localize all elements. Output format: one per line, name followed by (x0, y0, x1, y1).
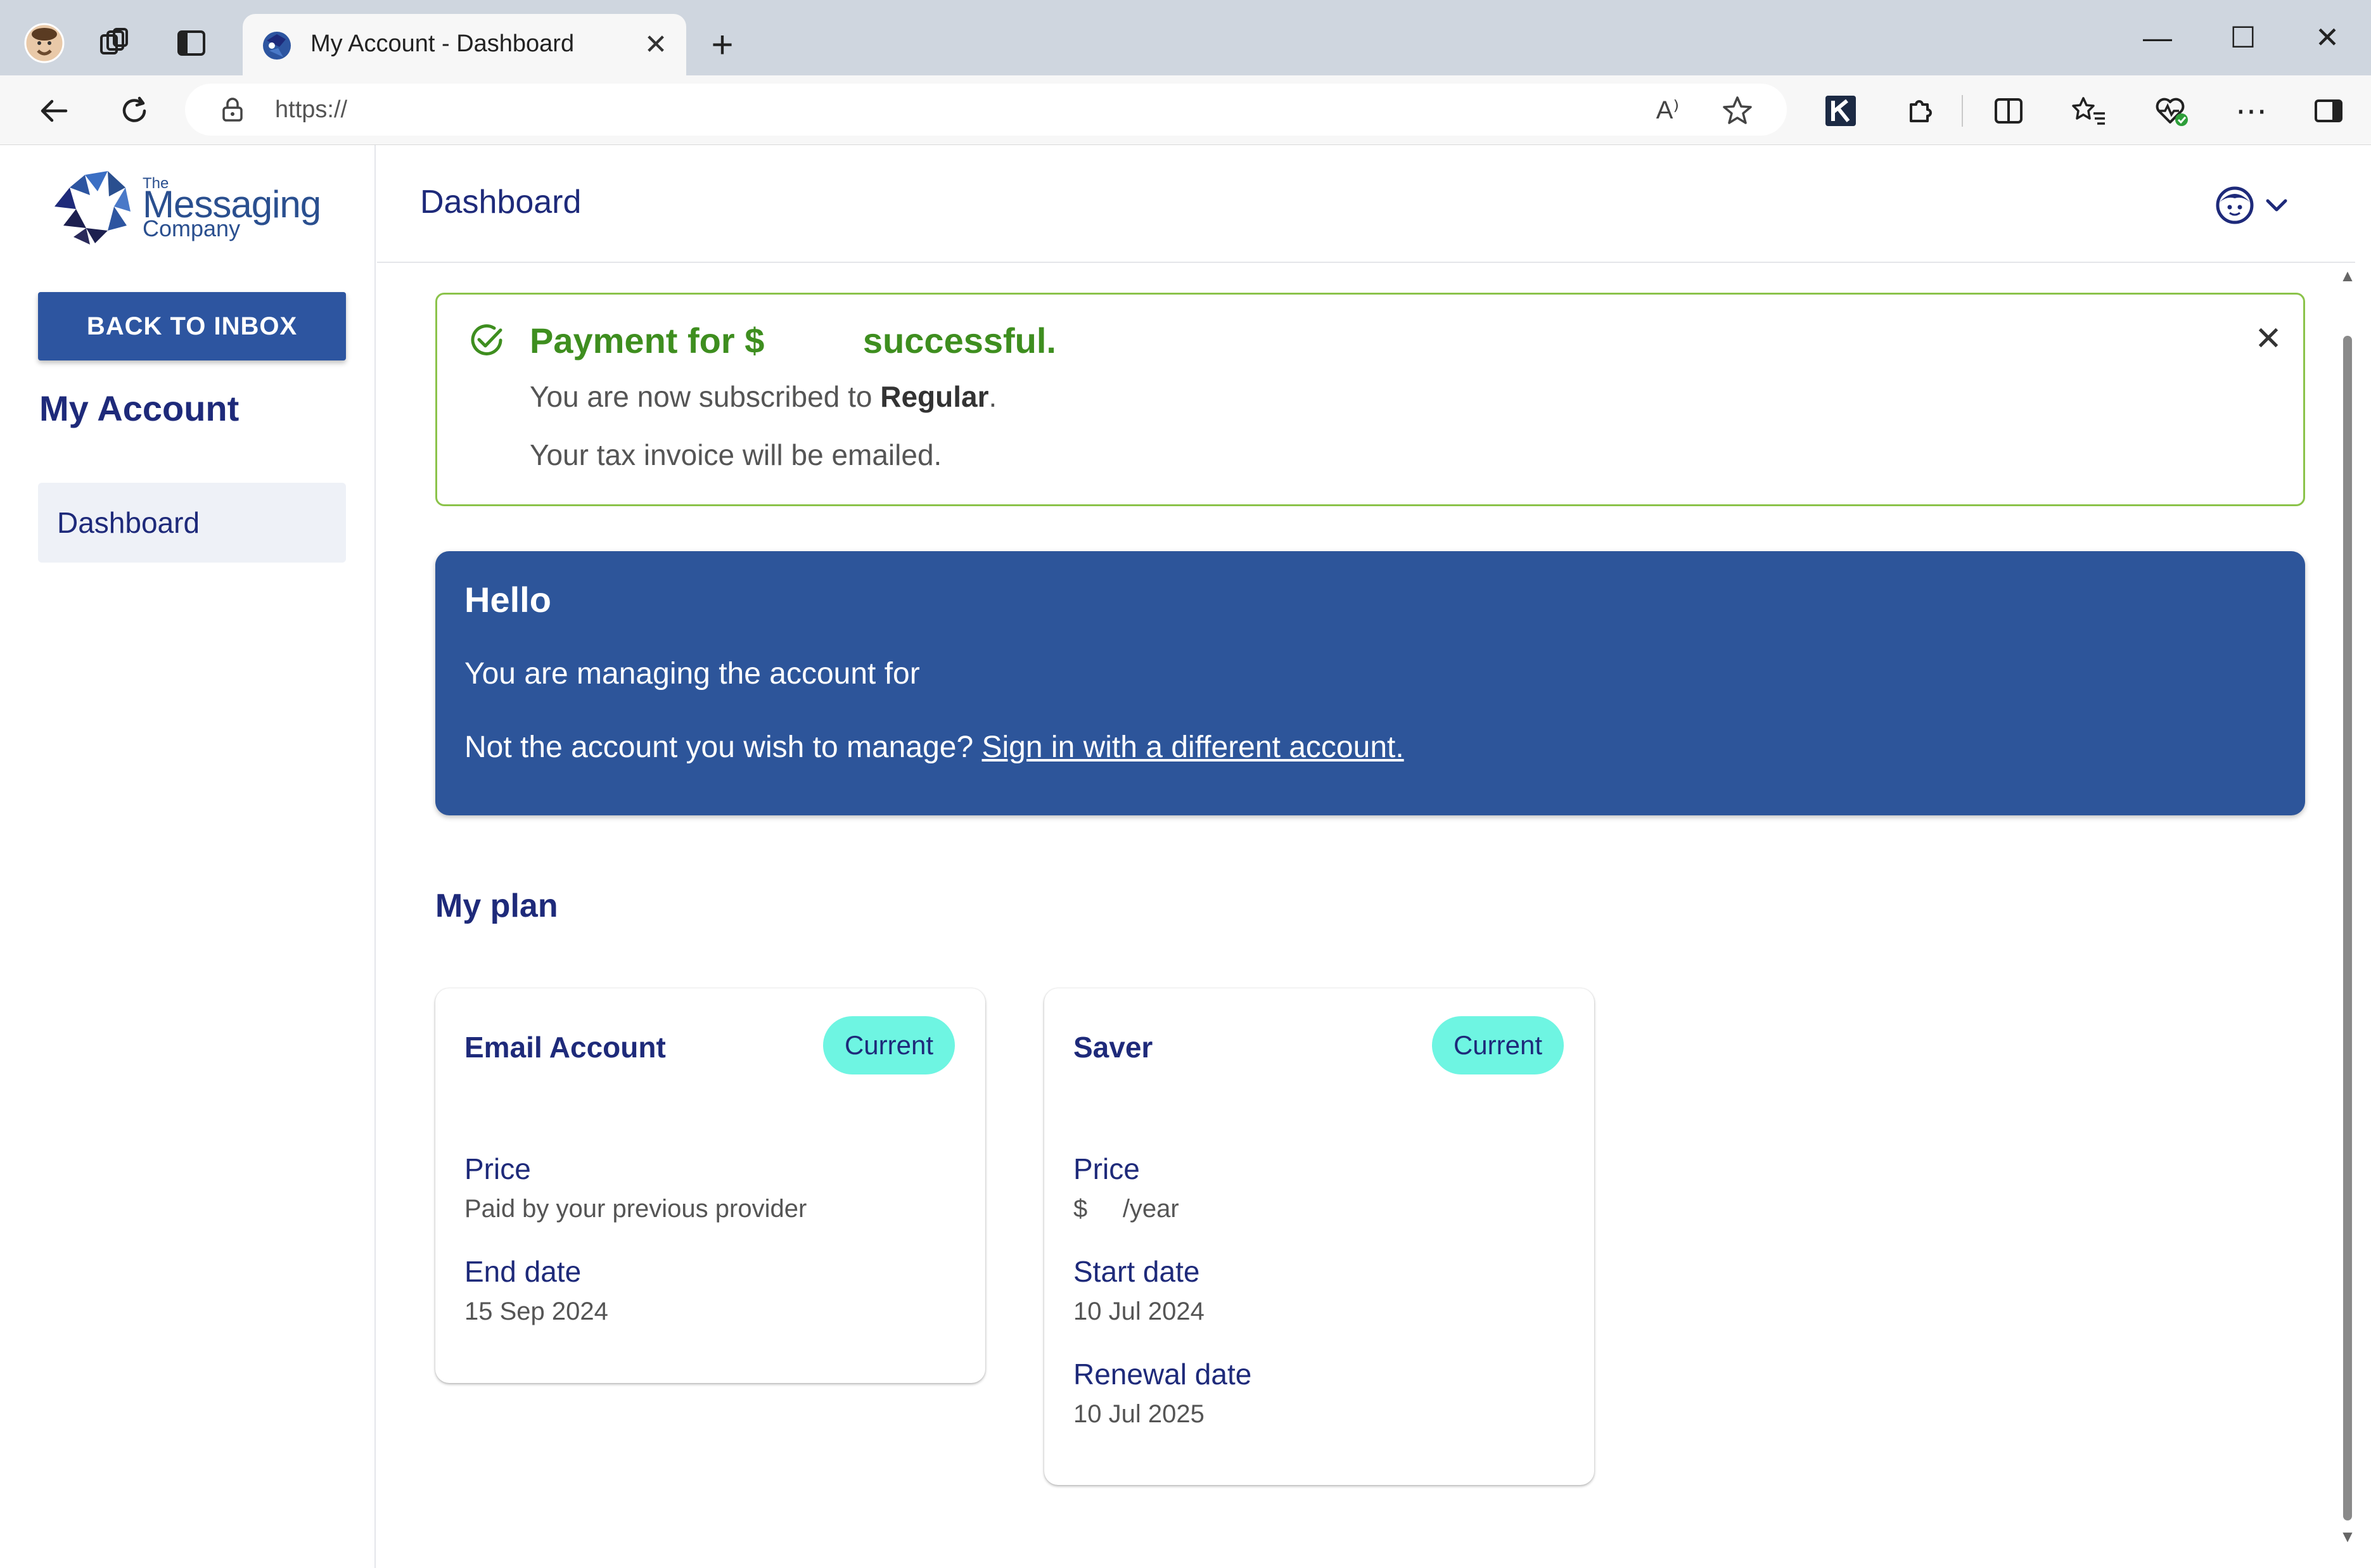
back-arrow-icon (41, 99, 68, 122)
price-label: Price (464, 1152, 531, 1185)
sidebar-item-label: Dashboard (57, 506, 200, 539)
status-badge: Current (823, 1016, 955, 1074)
sidebar-item-dashboard[interactable]: Dashboard (38, 483, 346, 563)
extension-k-icon[interactable] (1818, 89, 1863, 133)
refresh-icon (122, 96, 146, 122)
back-nav-button[interactable] (32, 89, 76, 133)
price-label: Price (1073, 1152, 1140, 1185)
new-tab-button[interactable]: + (703, 23, 741, 66)
browser-essentials-icon[interactable] (2149, 89, 2194, 133)
favorites-icon[interactable] (2067, 89, 2111, 133)
page-title: Dashboard (420, 184, 582, 220)
company-logo-icon[interactable] (51, 162, 134, 246)
sign-in-different-account-link[interactable]: Sign in with a different account. (982, 730, 1404, 764)
scrollbar-thumb[interactable] (2343, 336, 2352, 1520)
alert-message-prefix: You are now subscribed to (530, 380, 881, 413)
sidebar-icon[interactable] (2306, 89, 2351, 133)
plan-card-email-account: Email Account Current Price Paid by your… (435, 988, 985, 1383)
chevron-down-icon (2266, 199, 2287, 212)
plan-name: Regular (880, 380, 989, 413)
split-screen-icon[interactable] (1986, 89, 2031, 133)
plan-card-title: Email Account (464, 1031, 666, 1064)
window-minimize-button[interactable]: — (2135, 15, 2180, 60)
vertical-tabs-button[interactable] (166, 18, 217, 68)
tab-title: My Account - Dashboard (310, 30, 575, 57)
logo-text-company: Company (143, 215, 241, 241)
tab-actions-icon (177, 30, 205, 56)
price-value: Paid by your previous provider (464, 1195, 807, 1223)
more-icon[interactable]: ⋯ (2229, 89, 2273, 133)
window-close-button[interactable]: ✕ (2305, 15, 2349, 60)
tab-close-icon[interactable]: ✕ (637, 25, 675, 63)
tab-active[interactable]: My Account - Dashboard ✕ (243, 14, 686, 75)
workspaces-button[interactable] (89, 18, 139, 68)
profile-icon (24, 23, 65, 63)
switch-account-text: Not the account you wish to manage? Sign… (464, 730, 1404, 765)
my-plan-heading: My plan (435, 888, 558, 924)
check-circle-icon (466, 320, 507, 360)
window-maximize-button[interactable]: ☐ (2221, 15, 2265, 60)
favorite-star-icon[interactable] (1718, 91, 1756, 129)
managing-account-text: You are managing the account for (464, 657, 920, 691)
scroll-up-icon[interactable]: ▲ (2338, 266, 2357, 285)
site-favicon-icon (259, 28, 295, 63)
sidebar-heading: My Account (39, 388, 240, 428)
read-aloud-icon[interactable]: A⁾ (1649, 91, 1687, 129)
refresh-button[interactable] (112, 89, 157, 133)
scroll-down-icon[interactable]: ▼ (2338, 1527, 2357, 1546)
payment-success-alert: Payment for $ successful. You are now su… (435, 293, 2305, 506)
hello-banner: Hello You are managing the account for N… (435, 551, 2305, 815)
extensions-icon[interactable] (1898, 89, 1942, 133)
workspaces-icon (100, 28, 128, 54)
alert-message: You are now subscribed to Regular. (530, 379, 997, 414)
user-menu[interactable] (2214, 183, 2303, 227)
close-icon[interactable]: ✕ (2249, 320, 2287, 358)
renewal-date-label: Renewal date (1073, 1358, 1252, 1391)
price-value: $ /year (1073, 1195, 1179, 1223)
end-date-value: 15 Sep 2024 (464, 1297, 608, 1325)
status-badge: Current (1432, 1016, 1564, 1074)
start-date-value: 10 Jul 2024 (1073, 1297, 1205, 1325)
end-date-label: End date (464, 1255, 582, 1288)
plan-card-saver: Saver Current Price $ /year Start date 1… (1044, 988, 1594, 1485)
page-header: Dashboard (377, 145, 2355, 263)
back-to-inbox-button[interactable]: BACK TO INBOX (38, 292, 346, 360)
user-avatar-icon (2216, 186, 2287, 224)
alert-invoice-note: Your tax invoice will be emailed. (530, 438, 942, 471)
hello-title: Hello (464, 580, 551, 620)
url-text[interactable]: https:// (275, 96, 347, 124)
profile-avatar[interactable] (19, 18, 70, 68)
plan-card-title: Saver (1073, 1031, 1153, 1064)
switch-account-prompt: Not the account you wish to manage? (464, 730, 982, 764)
alert-message-suffix: . (988, 380, 997, 413)
start-date-label: Start date (1073, 1255, 1200, 1288)
lock-icon[interactable] (218, 95, 247, 124)
toolbar-divider (1962, 95, 1963, 127)
page-scrollbar[interactable]: ▲ ▼ (2338, 266, 2357, 1552)
address-bar[interactable]: https:// A⁾ (185, 84, 1787, 136)
renewal-date-value: 10 Jul 2025 (1073, 1400, 1205, 1428)
alert-title: Payment for $ successful. (530, 321, 1056, 360)
